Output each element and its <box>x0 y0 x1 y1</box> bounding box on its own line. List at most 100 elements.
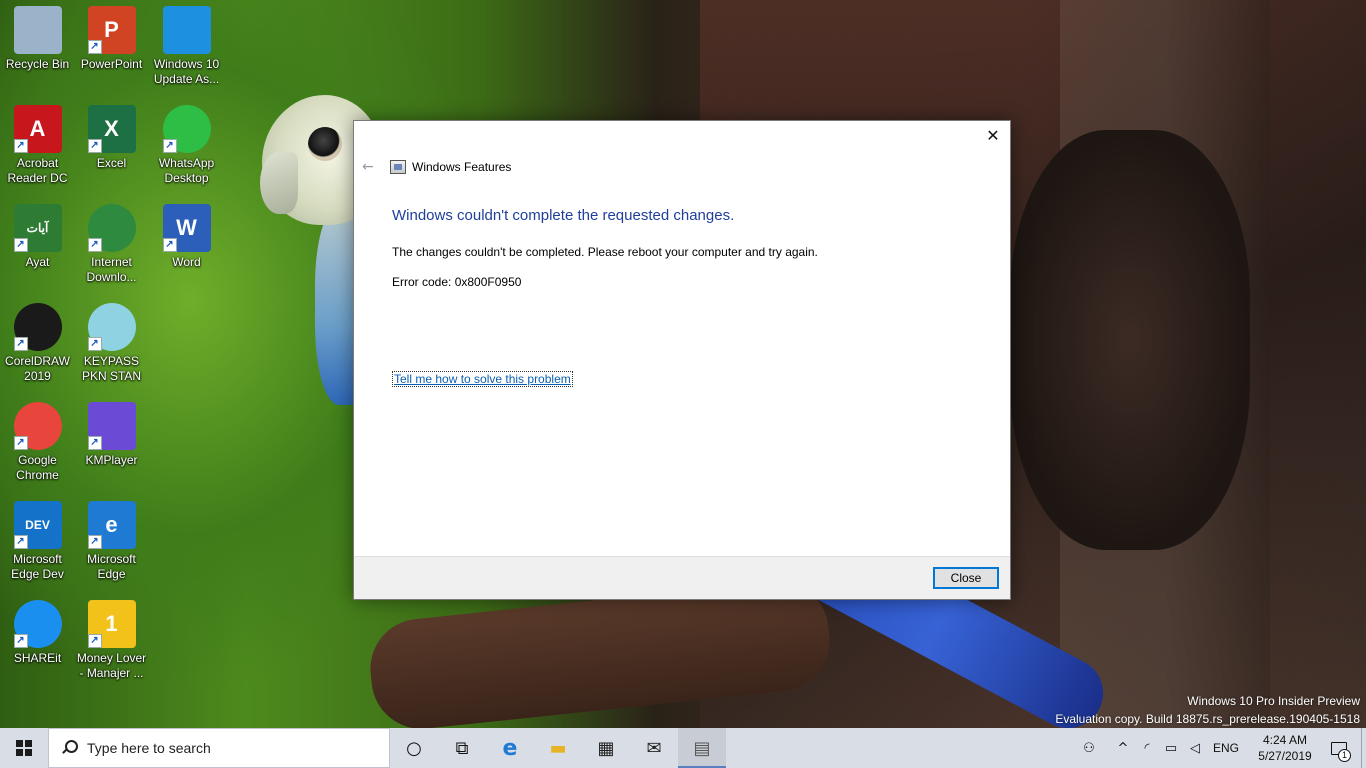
close-button[interactable]: Close <box>933 567 999 589</box>
dialog-footer: Close <box>354 556 1010 599</box>
desktop-icon[interactable]: ↗ Internet Downlo... <box>74 204 149 285</box>
desktop-icon-label: Word <box>172 255 201 269</box>
task-view-icon: ⧉ <box>455 737 469 759</box>
shortcut-arrow-icon: ↗ <box>87 535 102 549</box>
desktop-icon[interactable]: P ↗ PowerPoint <box>74 6 149 72</box>
desktop-icon[interactable]: ↗ SHAREit <box>0 600 75 666</box>
clock-time: 4:24 AM <box>1262 733 1308 747</box>
desktop-icon-label: Excel <box>96 156 127 170</box>
watermark-line2: Evaluation copy. Build 18875.rs_prerelea… <box>1055 712 1360 726</box>
chevron-up-icon[interactable]: ^ <box>1111 728 1135 768</box>
taskbar-button[interactable]: ▤ <box>678 728 726 768</box>
internet-download-manager-icon: ↗ <box>87 204 136 252</box>
desktop-icon[interactable]: DEV ↗ Microsoft Edge Dev <box>0 501 75 582</box>
icon-glyph: 1 <box>105 611 118 636</box>
desktop-icon[interactable]: A ↗ Acrobat Reader DC <box>0 105 75 186</box>
desktop-icon-label: Acrobat Reader DC <box>7 156 68 185</box>
taskbar-button[interactable]: ▬ <box>534 728 582 768</box>
desktop-icon[interactable]: Windows 10 Update As... <box>149 6 224 87</box>
desktop-icon-label: Microsoft Edge Dev <box>11 552 64 581</box>
people-icon[interactable]: ⚇ <box>1077 728 1101 768</box>
taskbar-button[interactable]: e <box>486 728 534 768</box>
coreldraw-icon: ↗ <box>13 303 62 351</box>
help-link[interactable]: Tell me how to solve this problem <box>392 371 573 387</box>
desktop-icon[interactable]: آيات ↗ Ayat <box>0 204 75 270</box>
desktop-icon-label: WhatsApp Desktop <box>158 156 215 185</box>
error-message: The changes couldn't be completed. Pleas… <box>392 245 818 259</box>
desktop-icon[interactable]: X ↗ Excel <box>74 105 149 171</box>
shareit-icon: ↗ <box>13 600 62 648</box>
desktop-icon[interactable]: W ↗ Word <box>149 204 224 270</box>
desktop-icon[interactable]: Recycle Bin <box>0 6 75 72</box>
icon-glyph: آيات <box>26 221 49 235</box>
desktop-icon[interactable]: ↗ WhatsApp Desktop <box>149 105 224 186</box>
battery-icon[interactable]: ▭ <box>1159 728 1183 768</box>
shortcut-arrow-icon: ↗ <box>87 40 102 54</box>
cortana-icon: ○ <box>406 737 422 759</box>
desktop-icon[interactable]: ↗ KMPlayer <box>74 402 149 468</box>
desktop-icon-label: PowerPoint <box>80 57 143 71</box>
powerpoint-icon: P ↗ <box>87 6 136 54</box>
word-icon: W ↗ <box>162 204 211 252</box>
taskbar-button[interactable]: ▦ <box>582 728 630 768</box>
dialog-title: Windows Features <box>412 160 512 174</box>
taskbar-button[interactable]: ✉ <box>630 728 678 768</box>
desktop-icon[interactable]: 1 ↗ Money Lover - Manajer ... <box>74 600 149 681</box>
shortcut-arrow-icon: ↗ <box>162 238 177 252</box>
notification-count: 1 <box>1338 749 1351 762</box>
icon-glyph: P <box>104 17 119 42</box>
shortcut-arrow-icon: ↗ <box>13 337 28 351</box>
show-desktop-button[interactable] <box>1361 728 1366 768</box>
shortcut-arrow-icon: ↗ <box>13 535 28 549</box>
action-center-button[interactable]: 1 <box>1321 728 1357 768</box>
desktop-icon-label: Windows 10 Update As... <box>153 57 220 86</box>
acrobat-icon: A ↗ <box>13 105 62 153</box>
volume-icon[interactable]: ◁ <box>1183 728 1207 768</box>
taskbar-button[interactable]: ⧉ <box>438 728 486 768</box>
icon-glyph: W <box>176 215 197 240</box>
desktop-icon[interactable]: ↗ Google Chrome <box>0 402 75 483</box>
search-placeholder: Type here to search <box>87 740 211 756</box>
whatsapp-icon: ↗ <box>162 105 211 153</box>
desktop-icon[interactable]: ↗ KEYPASS PKN STAN <box>74 303 149 384</box>
windows-features-icon: ▤ <box>693 737 711 759</box>
file-explorer-icon: ▬ <box>549 737 567 759</box>
desktop-icon-label: KEYPASS PKN STAN <box>81 354 142 383</box>
edge-dev-icon: DEV ↗ <box>13 501 62 549</box>
pinned-apps: ○ ⧉ e ▬ ▦ ✉ ▤ <box>390 728 726 768</box>
input-language[interactable]: ENG <box>1213 741 1239 755</box>
desktop-icon[interactable]: e ↗ Microsoft Edge <box>74 501 149 582</box>
desktop-icon[interactable]: ↗ CorelDRAW 2019 <box>0 303 75 384</box>
edge-icon: e <box>502 735 518 761</box>
windows-logo-icon <box>16 740 32 756</box>
close-icon[interactable]: ✕ <box>982 125 1004 147</box>
back-arrow-icon[interactable]: ← <box>362 159 378 175</box>
error-code: Error code: 0x800F0950 <box>392 275 522 289</box>
taskbar-search[interactable]: Type here to search <box>48 728 390 768</box>
wifi-icon[interactable]: ◜ <box>1135 728 1159 768</box>
shortcut-arrow-icon: ↗ <box>13 139 28 153</box>
shortcut-arrow-icon: ↗ <box>87 337 102 351</box>
shortcut-arrow-icon: ↗ <box>162 139 177 153</box>
clock[interactable]: 4:24 AM 5/27/2019 <box>1249 732 1321 764</box>
windows-features-dialog: ✕ ← Windows Features Windows couldn't co… <box>353 120 1011 600</box>
shortcut-arrow-icon: ↗ <box>13 238 28 252</box>
windows-update-icon <box>162 6 211 54</box>
icon-glyph: e <box>105 512 118 537</box>
keypass-icon: ↗ <box>87 303 136 351</box>
mail-icon: ✉ <box>646 737 662 759</box>
desktop-icon-label: Recycle Bin <box>5 57 70 71</box>
taskbar-button[interactable]: ○ <box>390 728 438 768</box>
dialog-nav: ← Windows Features <box>362 157 511 177</box>
taskbar: Type here to search ○ ⧉ e ▬ ▦ ✉ ▤ ⚇ ^ ◜ ▭ ◁ EN… <box>0 728 1366 768</box>
desktop-icon-label: Internet Downlo... <box>86 255 137 284</box>
desktop-icon-label: Google Chrome <box>16 453 59 482</box>
store-icon: ▦ <box>597 737 615 759</box>
desktop-icon-label: Ayat <box>25 255 50 269</box>
shortcut-arrow-icon: ↗ <box>87 436 102 450</box>
system-tray: ⚇ ^ ◜ ▭ ◁ ENG 4:24 AM 5/27/2019 1 <box>1077 728 1366 768</box>
start-button[interactable] <box>0 728 48 768</box>
evaluation-watermark: Windows 10 Pro Insider Preview Evaluatio… <box>1055 692 1360 728</box>
desktop-icon-label: Microsoft Edge <box>87 552 136 581</box>
search-icon <box>61 740 78 756</box>
